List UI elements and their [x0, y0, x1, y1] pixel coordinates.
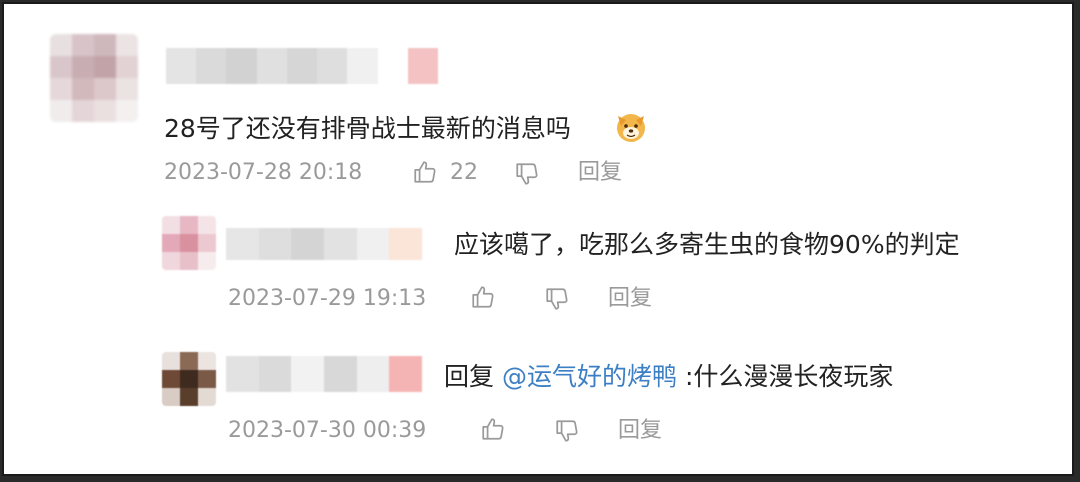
reply-body: :什么漫漫长夜玩家 — [684, 362, 894, 391]
thumbs-down-icon[interactable] — [554, 418, 580, 444]
mention-link[interactable]: @运气好的烤鸭 — [502, 362, 677, 391]
like-count: 22 — [450, 160, 478, 185]
comment-text: 28号了还没有排骨战士最新的消息吗 — [164, 114, 571, 143]
reply-avatar[interactable] — [162, 216, 216, 270]
username[interactable] — [166, 48, 438, 84]
comment-timestamp: 2023-07-28 20:18 — [164, 160, 363, 185]
reply-text: 应该噶了，吃那么多寄生虫的食物90%的判定 — [454, 230, 960, 259]
avatar[interactable] — [50, 34, 138, 122]
dog-face-emoji-icon — [617, 114, 645, 142]
reply-avatar[interactable] — [162, 352, 216, 406]
reply-username[interactable] — [226, 356, 422, 392]
reply-button[interactable]: 回复 — [608, 288, 652, 310]
thumbs-down-icon[interactable] — [514, 161, 540, 187]
thumbs-up-icon[interactable] — [470, 284, 496, 310]
thumbs-up-icon[interactable] — [412, 159, 438, 185]
reply-button[interactable]: 回复 — [618, 420, 662, 442]
thumbs-up-icon[interactable] — [480, 416, 506, 442]
reply-text: 回复 @运气好的烤鸭 :什么漫漫长夜玩家 — [444, 364, 893, 389]
thumbs-down-icon[interactable] — [544, 286, 570, 312]
reply-button[interactable]: 回复 — [578, 162, 622, 184]
comment-section: 28号了还没有排骨战士最新的消息吗 2023-07-28 20:18 22 回复… — [4, 4, 1072, 474]
reply-timestamp: 2023-07-30 00:39 — [228, 418, 427, 443]
reply-prefix: 回复 — [444, 362, 495, 391]
reply-username[interactable] — [226, 228, 422, 260]
reply-timestamp: 2023-07-29 19:13 — [228, 286, 427, 311]
